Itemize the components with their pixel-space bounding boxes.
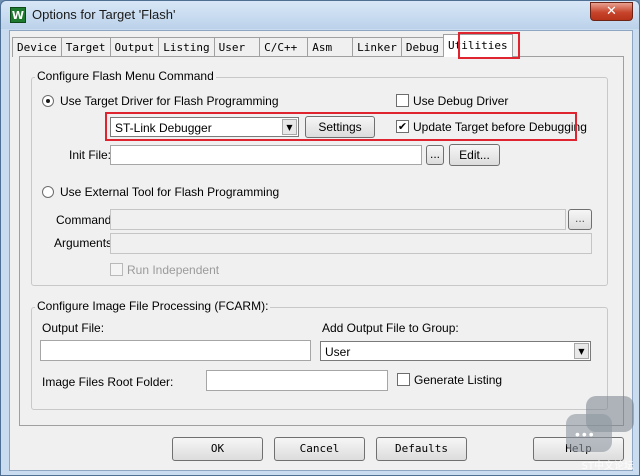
- init-file-browse-button[interactable]: ...: [426, 145, 444, 165]
- run-independent-checkbox[interactable]: [110, 263, 123, 276]
- close-icon: ✕: [606, 4, 617, 19]
- arguments-label: Arguments:: [54, 236, 116, 250]
- use-target-driver-label: Use Target Driver for Flash Programming: [60, 94, 279, 108]
- tab-target[interactable]: Target: [60, 37, 111, 57]
- update-target-checkbox[interactable]: ✔: [396, 120, 409, 133]
- tab-output[interactable]: Output: [109, 37, 160, 57]
- init-file-label: Init File:: [69, 148, 112, 162]
- output-group-select[interactable]: User ▼: [320, 341, 591, 361]
- output-file-input[interactable]: [40, 340, 311, 361]
- init-file-input[interactable]: [110, 145, 422, 165]
- chevron-down-icon[interactable]: ▼: [574, 343, 589, 359]
- watermark-text: ST中文论坛: [581, 461, 634, 472]
- command-label: Command:: [56, 213, 115, 227]
- flash-driver-select-value: ST-Link Debugger: [115, 121, 212, 135]
- tab-listing[interactable]: Listing: [158, 37, 215, 57]
- flash-driver-select[interactable]: ST-Link Debugger ▼: [110, 117, 299, 137]
- use-debug-driver-label: Use Debug Driver: [413, 94, 509, 108]
- keil-app-icon: W: [10, 7, 26, 23]
- tab-asm[interactable]: Asm: [307, 37, 354, 57]
- command-browse-button[interactable]: ...: [568, 209, 592, 230]
- ok-button[interactable]: OK: [172, 437, 263, 461]
- add-output-file-label: Add Output File to Group:: [322, 321, 459, 335]
- cancel-button[interactable]: Cancel: [274, 437, 365, 461]
- tab-user[interactable]: User: [213, 37, 261, 57]
- output-group-select-value: User: [325, 345, 351, 359]
- flash-menu-groupbox: [31, 77, 608, 286]
- tab-device[interactable]: Device: [12, 37, 62, 57]
- update-target-label: Update Target before Debugging: [413, 120, 587, 134]
- flash-menu-group-title: Configure Flash Menu Command: [35, 69, 216, 83]
- command-input[interactable]: [110, 209, 566, 230]
- window-title: Options for Target 'Flash': [32, 7, 176, 22]
- title-bar[interactable]: W Options for Target 'Flash' ✕: [1, 1, 639, 29]
- check-mark-icon: ✔: [397, 120, 408, 133]
- tab-c-cpp[interactable]: C/C++: [259, 37, 309, 57]
- use-debug-driver-checkbox[interactable]: [396, 94, 409, 107]
- tab-linker[interactable]: Linker: [352, 37, 402, 57]
- image-root-folder-label: Image Files Root Folder:: [42, 375, 174, 389]
- image-root-folder-input[interactable]: [206, 370, 388, 391]
- chevron-down-icon[interactable]: ▼: [282, 119, 297, 135]
- run-independent-label: Run Independent: [127, 263, 220, 277]
- use-external-tool-label: Use External Tool for Flash Programming: [60, 185, 280, 199]
- tab-debug[interactable]: Debug: [400, 37, 444, 57]
- image-processing-group-title: Configure Image File Processing (FCARM):: [35, 299, 271, 313]
- use-target-driver-radio[interactable]: [42, 95, 54, 107]
- chat-bubble-icon: •••: [566, 414, 612, 452]
- arguments-input[interactable]: [110, 233, 592, 254]
- settings-button[interactable]: Settings: [305, 116, 375, 138]
- generate-listing-label: Generate Listing: [414, 373, 503, 387]
- output-file-label: Output File:: [42, 321, 105, 335]
- edit-button[interactable]: Edit...: [449, 144, 500, 166]
- forum-watermark: ••• ST中文论坛: [566, 396, 636, 474]
- close-button[interactable]: ✕: [590, 2, 633, 21]
- use-external-tool-radio[interactable]: [42, 186, 54, 198]
- defaults-button[interactable]: Defaults: [376, 437, 467, 461]
- tab-utilities[interactable]: Utilities: [442, 34, 513, 57]
- tab-strip: Device Target Output Listing User C/C++ …: [12, 34, 513, 57]
- generate-listing-checkbox[interactable]: [397, 373, 410, 386]
